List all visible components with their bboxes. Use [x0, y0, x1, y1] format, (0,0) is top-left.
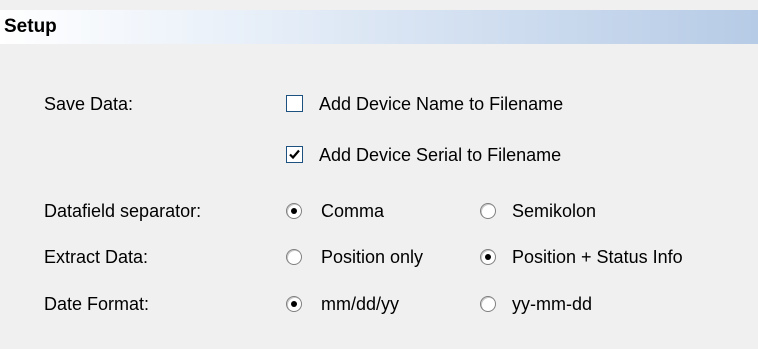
panel-title: Setup: [4, 16, 57, 37]
separator-semikolon-label: Semikolon: [512, 201, 597, 221]
add-device-name-label: Add Device Name to Filename: [319, 94, 564, 114]
extract-position-only-label: Position only: [321, 247, 424, 267]
datafield-separator-label: Datafield separator:: [44, 201, 202, 221]
radio-dot: [291, 208, 297, 214]
radio-circle: [480, 203, 496, 219]
extract-position-status-label: Position + Status Info: [512, 247, 683, 267]
radio-circle: [286, 203, 302, 219]
radio-circle: [286, 249, 302, 265]
add-device-serial-label: Add Device Serial to Filename: [319, 145, 562, 165]
date-format-label: Date Format:: [44, 294, 150, 314]
checkmark-icon: [289, 149, 300, 160]
save-data-label: Save Data:: [44, 94, 134, 114]
radio-dot: [485, 254, 491, 260]
radio-circle: [480, 249, 496, 265]
separator-comma-label: Comma: [321, 201, 385, 221]
checkbox-box: [286, 146, 303, 163]
setup-panel: Setup Save Data: Add Device Name to File…: [0, 0, 758, 349]
date-format-yymmdd-label: yy-mm-dd: [512, 294, 592, 314]
checkbox-box: [286, 95, 303, 112]
radio-circle: [480, 296, 496, 312]
extract-data-label: Extract Data:: [44, 247, 149, 267]
panel-header: Setup: [0, 10, 758, 44]
radio-dot: [291, 301, 297, 307]
radio-circle: [286, 296, 302, 312]
date-format-mmddyy-label: mm/dd/yy: [321, 294, 400, 314]
